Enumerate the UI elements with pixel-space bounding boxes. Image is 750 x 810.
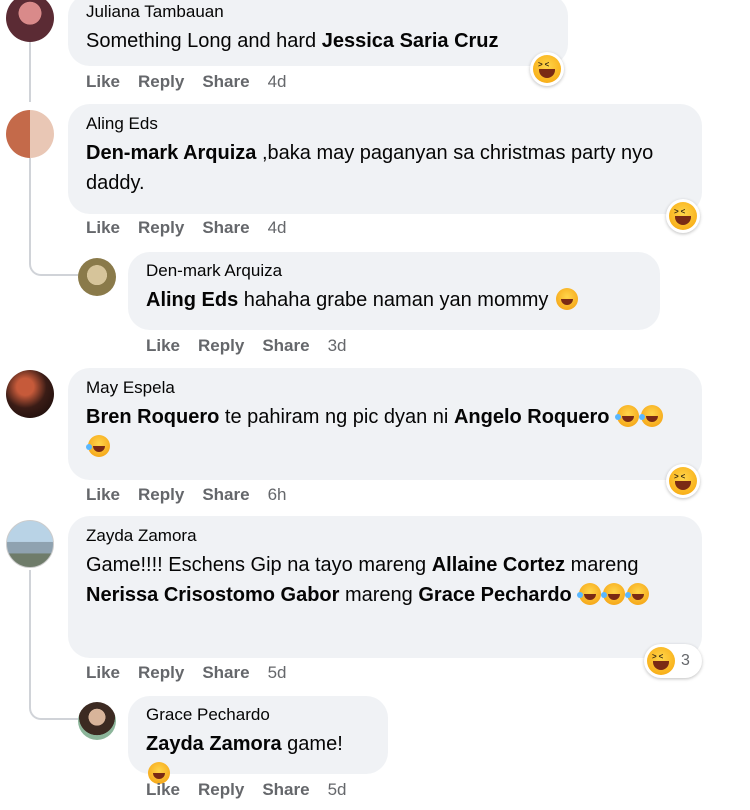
rolling-laughing-emoji-icon xyxy=(625,583,650,605)
rolling-laughing-emoji-icon xyxy=(639,405,664,427)
like-button[interactable]: Like xyxy=(146,780,180,799)
comment-text: Game!!!! Eschens Gip na tayo mareng Alla… xyxy=(86,554,650,606)
thread-line xyxy=(29,42,31,102)
avatar[interactable] xyxy=(6,370,54,418)
thread-line xyxy=(29,570,31,700)
comment-actions: Like Reply Share 5d xyxy=(146,780,347,800)
mention-link[interactable]: Jessica Saria Cruz xyxy=(322,30,499,52)
mention-link[interactable]: Den-mark Arquiza xyxy=(86,142,256,164)
reply-button[interactable]: Reply xyxy=(198,336,244,355)
comment-text-plain: Something Long and hard xyxy=(86,30,322,52)
avatar[interactable] xyxy=(6,110,54,158)
mention-link[interactable]: Nerissa Crisostomo Gabor xyxy=(86,584,339,606)
reaction-badge[interactable]: >< xyxy=(666,199,700,233)
comment-bubble: Aling Eds Den-mark Arquiza ,baka may pag… xyxy=(68,104,702,214)
like-button[interactable]: Like xyxy=(146,336,180,355)
reaction-badge[interactable]: >< 3 xyxy=(644,644,702,678)
comment-author[interactable]: Grace Pechardo xyxy=(146,705,370,725)
rolling-laughing-emoji-icon xyxy=(86,435,110,457)
like-button[interactable]: Like xyxy=(86,72,120,91)
mention-link[interactable]: Zayda Zamora xyxy=(146,733,282,755)
comment-text: Bren Roquero te pahiram ng pic dyan ni A… xyxy=(86,405,664,458)
laughing-emoji-icon: >< xyxy=(669,467,697,495)
like-button[interactable]: Like xyxy=(86,485,120,504)
avatar[interactable] xyxy=(78,258,116,296)
comment-bubble: Zayda Zamora Game!!!! Eschens Gip na tay… xyxy=(68,516,702,658)
comment-author[interactable]: Juliana Tambauan xyxy=(86,2,550,22)
timestamp[interactable]: 5d xyxy=(268,663,287,682)
avatar[interactable] xyxy=(6,0,54,42)
comment-author[interactable]: Aling Eds xyxy=(86,114,684,134)
comment-bubble: Juliana Tambauan Something Long and hard… xyxy=(68,0,568,66)
comment-text: Den-mark Arquiza ,baka may paganyan sa c… xyxy=(86,142,653,194)
reaction-badge[interactable]: >< xyxy=(530,52,564,86)
share-button[interactable]: Share xyxy=(202,218,249,237)
comment-actions: Like Reply Share 3d xyxy=(146,336,347,356)
share-button[interactable]: Share xyxy=(262,336,309,355)
timestamp[interactable]: 4d xyxy=(268,218,287,237)
avatar[interactable] xyxy=(6,520,54,568)
comment-author[interactable]: May Espela xyxy=(86,378,684,398)
comment-actions: Like Reply Share 4d xyxy=(86,72,287,92)
mention-link[interactable]: Bren Roquero xyxy=(86,406,219,428)
laughing-emoji-icon: >< xyxy=(669,202,697,230)
reply-button[interactable]: Reply xyxy=(138,218,184,237)
comment-text: Aling Eds hahaha grabe naman yan mommy xyxy=(146,288,578,311)
comment-bubble: May Espela Bren Roquero te pahiram ng pi… xyxy=(68,368,702,480)
rolling-laughing-emoji-icon xyxy=(577,583,602,605)
share-button[interactable]: Share xyxy=(202,485,249,504)
reply-connector xyxy=(29,690,79,720)
grinning-sweat-emoji-icon xyxy=(555,288,578,310)
comment-text-plain: hahaha grabe naman yan mommy xyxy=(238,289,549,311)
reply-bubble: Den-mark Arquiza Aling Eds hahaha grabe … xyxy=(128,252,660,330)
comment-author[interactable]: Zayda Zamora xyxy=(86,526,684,546)
timestamp[interactable]: 6h xyxy=(268,485,287,504)
rolling-laughing-emoji-icon xyxy=(615,405,640,427)
reply-button[interactable]: Reply xyxy=(138,663,184,682)
like-button[interactable]: Like xyxy=(86,218,120,237)
reaction-badge[interactable]: >< xyxy=(666,464,700,498)
reply-button[interactable]: Reply xyxy=(138,72,184,91)
share-button[interactable]: Share xyxy=(202,663,249,682)
reply-bubble: Grace Pechardo Zayda Zamora game! xyxy=(128,696,388,784)
laughing-emoji-icon: >< xyxy=(533,55,561,83)
comment-actions: Like Reply Share 6h xyxy=(86,485,287,505)
rolling-laughing-emoji-icon xyxy=(601,583,626,605)
comment-text-plain: te pahiram ng pic dyan ni xyxy=(219,406,454,428)
reply-button[interactable]: Reply xyxy=(138,485,184,504)
comment-actions: Like Reply Share 4d xyxy=(86,218,287,238)
comment-text-plain: game! xyxy=(281,733,343,755)
timestamp[interactable]: 4d xyxy=(268,72,287,91)
timestamp[interactable]: 5d xyxy=(328,780,347,799)
share-button[interactable]: Share xyxy=(202,72,249,91)
mention-link[interactable]: Aling Eds xyxy=(146,289,238,311)
comment-text-plain: Game!!!! Eschens Gip na tayo mareng xyxy=(86,554,432,576)
reply-button[interactable]: Reply xyxy=(198,780,244,799)
reaction-count: 3 xyxy=(681,652,690,669)
comment-text: Something Long and hard Jessica Saria Cr… xyxy=(86,30,499,52)
comment-author[interactable]: Den-mark Arquiza xyxy=(146,261,642,281)
avatar[interactable] xyxy=(78,702,116,740)
comment-text-plain: mareng xyxy=(565,554,639,576)
timestamp[interactable]: 3d xyxy=(328,336,347,355)
like-button[interactable]: Like xyxy=(86,663,120,682)
reply-connector xyxy=(29,240,79,276)
laughing-emoji-icon: >< xyxy=(647,647,675,675)
mention-link[interactable]: Allaine Cortez xyxy=(432,554,565,576)
thread-line xyxy=(29,158,31,243)
comment-text-plain: mareng xyxy=(339,584,419,606)
comment-text: Zayda Zamora game! xyxy=(146,733,343,785)
share-button[interactable]: Share xyxy=(262,780,309,799)
comment-actions: Like Reply Share 5d xyxy=(86,663,287,683)
mention-link[interactable]: Grace Pechardo xyxy=(418,584,571,606)
mention-link[interactable]: Angelo Roquero xyxy=(454,406,610,428)
